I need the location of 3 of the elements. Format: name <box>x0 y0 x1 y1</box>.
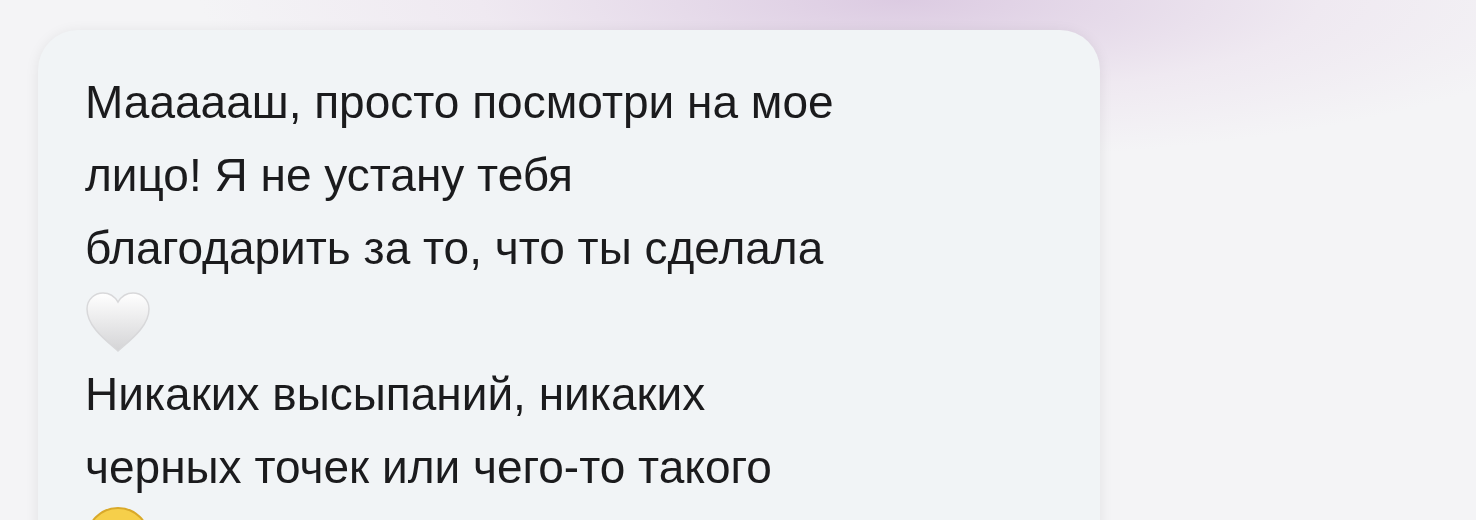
message-text: Маааааш, просто посмотри на мое лицо! Я не устану тебя благодарить за то, что ты сделала <box>85 75 835 276</box>
message-text: Никаких высыпаний, никаких черных точек или чего-то такого <box>85 367 773 495</box>
heart-icon <box>85 290 151 353</box>
